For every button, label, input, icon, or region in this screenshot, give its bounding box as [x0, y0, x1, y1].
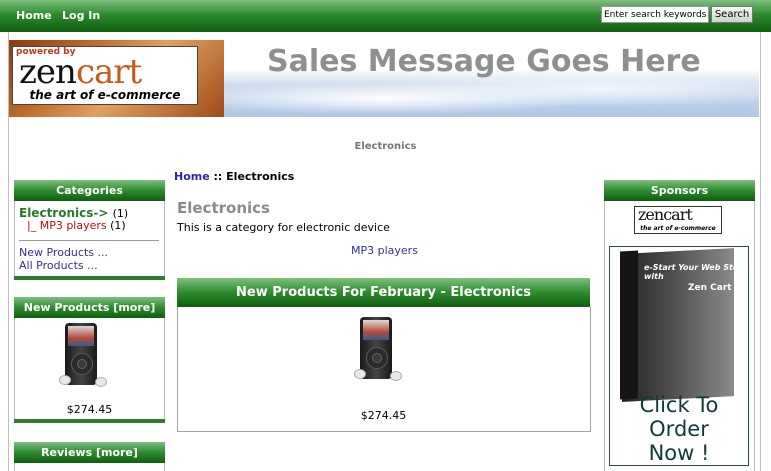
book-title: e-Start Your Web Store with: [644, 263, 748, 281]
search-button[interactable]: Search: [711, 6, 753, 23]
breadcrumb-current: Electronics: [226, 170, 295, 183]
sales-message: Sales Message Goes Here: [267, 44, 701, 79]
sponsors-box-header: Sponsors: [604, 180, 755, 201]
new-products-box-footer: [14, 419, 165, 423]
breadcrumb-home-link[interactable]: Home: [174, 170, 210, 183]
nav-login-link[interactable]: Log In: [62, 9, 100, 22]
categories-divider: [19, 240, 159, 241]
ipod-product-image-center[interactable]: [354, 317, 402, 381]
category-description: This is a category for electronic device: [177, 221, 390, 234]
reviews-box-header[interactable]: Reviews [more]: [14, 442, 165, 463]
ipod-product-image[interactable]: [59, 323, 107, 387]
logo-wordmark: zencart: [19, 52, 142, 92]
logo-tagline: the art of e-commerce: [13, 88, 197, 104]
book-spine: [620, 250, 638, 400]
all-products-link[interactable]: All Products ...: [19, 259, 98, 272]
categories-box-header: Categories: [14, 180, 165, 201]
top-nav-bar: Home Log In Search: [0, 0, 771, 32]
search-input[interactable]: [601, 6, 709, 23]
new-products-box-header[interactable]: New Products [more]: [14, 297, 165, 318]
category-electronics-link[interactable]: Electronics-> (1): [19, 206, 128, 220]
page-title: Electronics: [177, 199, 270, 217]
sponsor-zencart-logo[interactable]: zencart the art of e-commerce: [634, 205, 722, 234]
book-brand: Zen Cart: [688, 283, 732, 293]
breadcrumb: Home :: Electronics: [174, 170, 294, 183]
subcategory-mp3-players-link[interactable]: MP3 players: [351, 244, 418, 257]
nav-home-link[interactable]: Home: [16, 9, 52, 22]
category-heading: Electronics: [354, 141, 417, 152]
zencart-logo[interactable]: powered by zencart the art of e-commerce: [12, 46, 198, 105]
new-product-price: $274.45: [66, 403, 113, 416]
new-products-link[interactable]: New Products ...: [19, 246, 108, 259]
click-to-order-text[interactable]: Click To Order Now !: [610, 393, 748, 465]
sponsor-ad-banner[interactable]: e-Start Your Web Store with Zen Cart Cli…: [609, 246, 749, 466]
categories-box-footer: [14, 276, 165, 280]
category-mp3-players-link[interactable]: |_ MP3 players (1): [27, 219, 126, 232]
breadcrumb-separator: ::: [209, 170, 227, 183]
center-product-price: $274.45: [360, 409, 407, 422]
new-products-month-header: New Products For February - Electronics: [177, 278, 590, 307]
reviews-box-body: [14, 463, 165, 471]
